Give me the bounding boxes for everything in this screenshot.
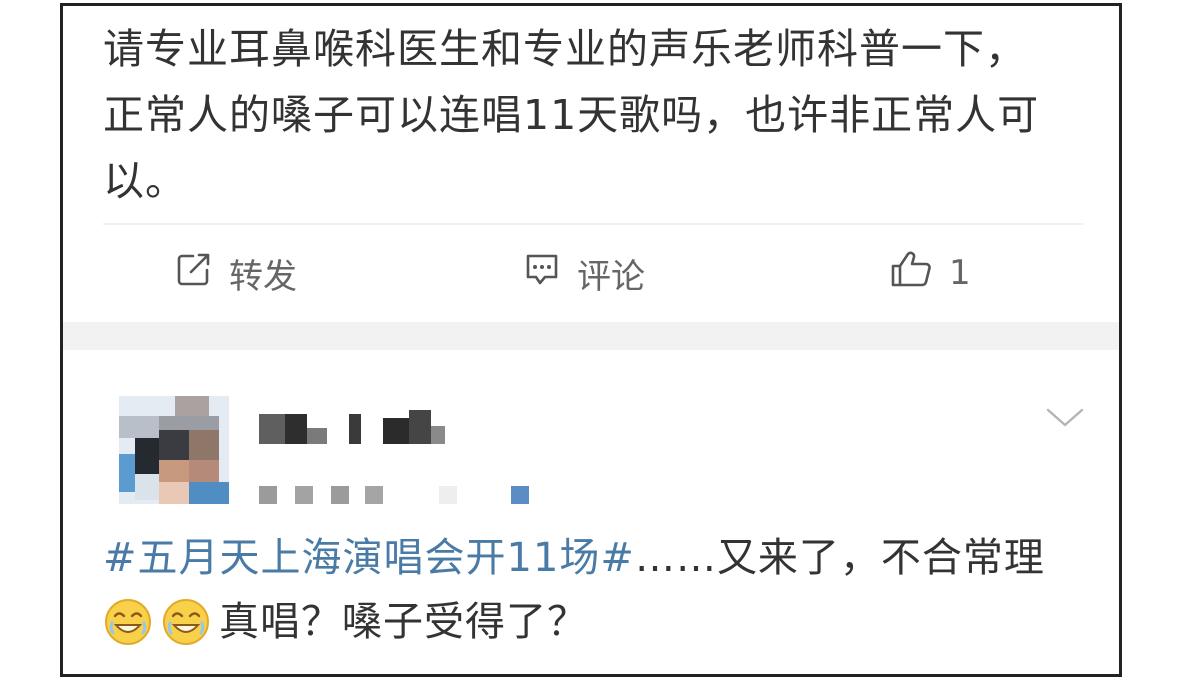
avatar[interactable] bbox=[119, 396, 229, 504]
weibo-post-screenshot: 请专业耳鼻喉科医生和专业的声乐老师科普一下， 正常人的嗓子可以连唱11天歌吗，也… bbox=[60, 3, 1122, 677]
more-options-button[interactable] bbox=[1045, 406, 1085, 430]
post-text-line: 以。 bbox=[103, 157, 187, 205]
action-bar: 转发 评论 1 bbox=[63, 242, 1119, 304]
share-icon bbox=[175, 250, 229, 297]
timestamp-pixelated bbox=[259, 486, 539, 506]
laughing-emoji-icon bbox=[161, 597, 211, 647]
thumbs-up-icon bbox=[889, 249, 949, 298]
hashtag-link[interactable]: #五月天上海演唱会开11场# bbox=[103, 526, 635, 590]
comment-body: 真唱？嗓子受得了？ bbox=[219, 599, 588, 645]
comment-card: #五月天上海演唱会开11场# ……又来了，不合常理 真唱？嗓子受得了？ bbox=[63, 350, 1119, 674]
repost-button[interactable]: 转发 bbox=[175, 242, 297, 304]
comment-text: #五月天上海演唱会开11场# ……又来了，不合常理 真唱？嗓子受得了？ bbox=[103, 526, 1093, 654]
comment-icon bbox=[523, 250, 577, 297]
post-text: 请专业耳鼻喉科医生和专业的声乐老师科普一下， 正常人的嗓子可以连唱11天歌吗，也… bbox=[103, 16, 1093, 214]
chevron-down-icon bbox=[1045, 408, 1085, 434]
comment-text-line: 真唱？嗓子受得了？ bbox=[103, 590, 1093, 654]
comment-button[interactable]: 评论 bbox=[523, 242, 645, 304]
comment-text-line: #五月天上海演唱会开11场# ……又来了，不合常理 bbox=[103, 526, 1093, 590]
like-count: 1 bbox=[949, 253, 971, 293]
laughing-emoji-icon bbox=[103, 597, 153, 647]
divider bbox=[103, 223, 1083, 225]
section-separator bbox=[63, 322, 1119, 350]
like-button[interactable]: 1 bbox=[889, 242, 971, 304]
comment-body: ……又来了，不合常理 bbox=[634, 535, 1045, 581]
username-pixelated[interactable] bbox=[259, 408, 459, 452]
comment-label: 评论 bbox=[577, 256, 645, 297]
post-text-line: 正常人的嗓子可以连唱11天歌吗，也许非正常人可 bbox=[103, 91, 1040, 139]
post-text-line: 请专业耳鼻喉科医生和专业的声乐老师科普一下， bbox=[103, 25, 1027, 73]
repost-label: 转发 bbox=[229, 256, 297, 297]
